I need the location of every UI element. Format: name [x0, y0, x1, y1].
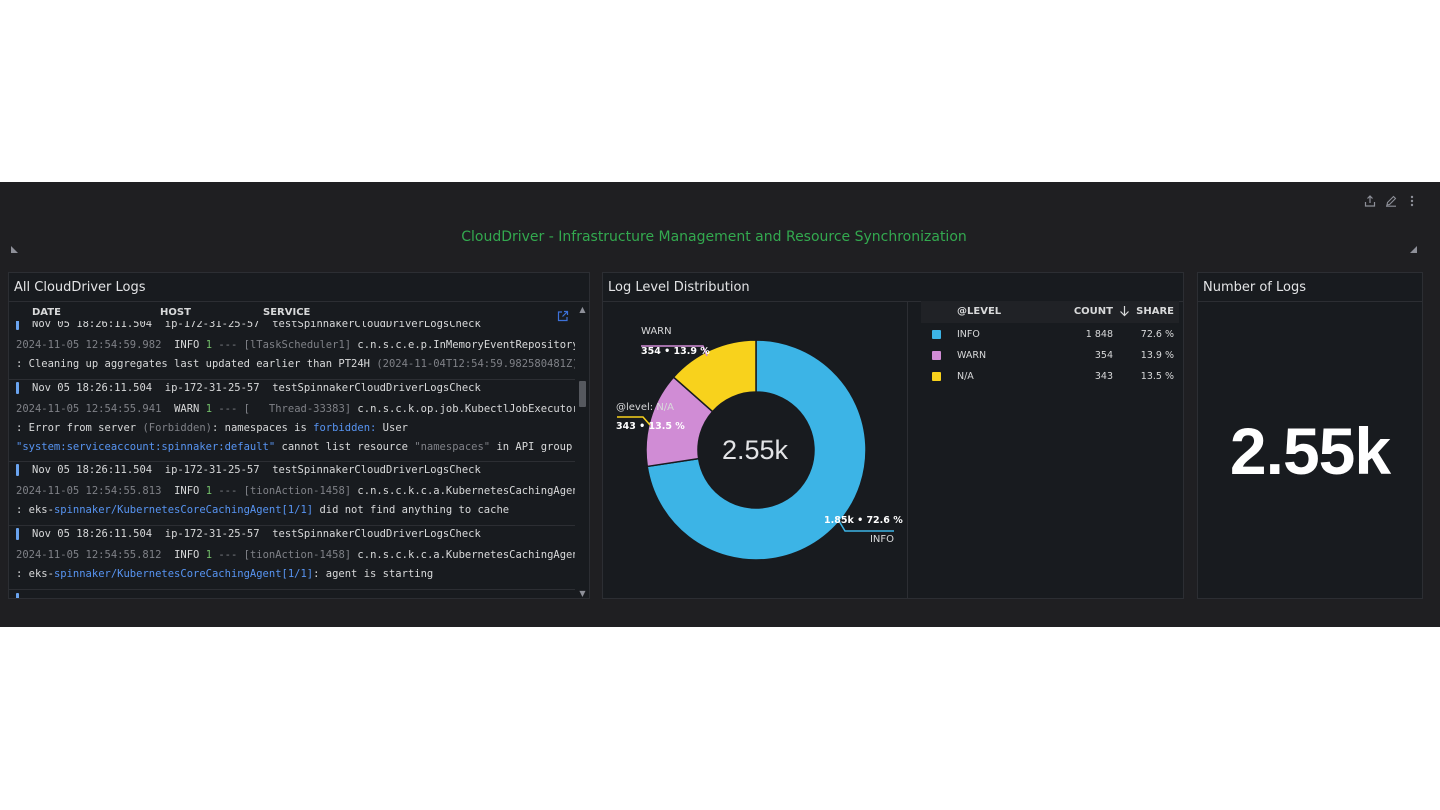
edit-icon[interactable] — [1384, 194, 1397, 208]
share-icon[interactable] — [1363, 194, 1376, 208]
log-count-value: 2.55k — [1229, 414, 1391, 488]
level-row-info[interactable]: INFO 1 848 72.6 % — [921, 325, 1179, 345]
log-entry-header[interactable]: Nov 05 18:26:11.504 ip-172-31-25-57 test… — [9, 462, 575, 481]
log-message-line: 2024-11-05 12:54:55.813 INFO 1 --- [tion… — [16, 485, 575, 497]
number-panel: Number of Logs 2.55k — [1197, 272, 1423, 599]
level-row-na[interactable]: N/A 343 13.5 % — [921, 367, 1179, 387]
level-table-header: @LEVEL COUNT SHARE — [921, 301, 1179, 323]
log-message-line: : Cleaning up aggregates last updated ea… — [16, 358, 575, 370]
log-message-line: "system:serviceaccount:spinnaker:default… — [16, 441, 573, 453]
group-title: CloudDriver - Infrastructure Management … — [461, 229, 967, 245]
panel-title: All CloudDriver Logs — [14, 280, 146, 295]
dashboard-toolbar — [1363, 194, 1418, 208]
log-message-line: : Error from server (Forbidden): namespa… — [16, 422, 408, 434]
scroll-up-icon[interactable]: ▲ — [578, 306, 587, 314]
level-row-warn[interactable]: WARN 354 13.9 % — [921, 346, 1179, 366]
column-count[interactable]: COUNT — [1074, 306, 1113, 317]
column-level[interactable]: @LEVEL — [957, 306, 1001, 317]
log-entry-header[interactable]: Nov 05 18:26:11.504 ip-172-31-25-57 test… — [9, 526, 575, 545]
log-message-line: : eks-spinnaker/KubernetesCoreCachingAge… — [16, 568, 434, 580]
collapse-left-icon[interactable] — [11, 246, 18, 253]
resize-handle-icon[interactable] — [1410, 246, 1417, 253]
log-column-headers: DATE HOST SERVICE — [9, 305, 589, 321]
sort-down-icon[interactable] — [1119, 305, 1130, 320]
callout-na-label: @level: N/A — [616, 402, 674, 413]
callout-info-value: 1.85k • 72.6 % — [824, 515, 903, 526]
log-list[interactable]: Nov 05 18:26:11.504 ip-172-31-25-57 test… — [9, 321, 575, 598]
log-scrollbar[interactable]: ▲ ▼ — [578, 306, 587, 598]
scroll-thumb[interactable] — [579, 381, 586, 407]
legend-swatch — [932, 351, 941, 360]
column-share[interactable]: SHARE — [1136, 306, 1174, 317]
donut-center-value: 2.55k — [722, 435, 789, 465]
column-host[interactable]: HOST — [160, 307, 191, 318]
log-entry-header[interactable]: Nov 05 18:26:11.504 ip-172-31-25-57 test… — [9, 321, 575, 335]
legend-swatch — [932, 330, 941, 339]
external-link-icon[interactable] — [557, 307, 569, 322]
log-entry-header[interactable] — [9, 591, 575, 598]
panel-title: Number of Logs — [1203, 280, 1307, 295]
legend-swatch — [932, 372, 941, 381]
callout-na-value: 343 • 13.5 % — [616, 421, 685, 432]
log-entry-header[interactable]: Nov 05 18:26:11.504 ip-172-31-25-57 test… — [9, 380, 575, 399]
column-date[interactable]: DATE — [32, 307, 61, 318]
panel-title: Log Level Distribution — [608, 280, 750, 295]
donut-chart[interactable]: 2.55k WARN 354 • 13.9 % @level: N/A 343 … — [603, 301, 907, 599]
callout-warn-label: WARN — [641, 326, 672, 337]
log-message-line: 2024-11-05 12:54:55.941 WARN 1 --- [ Thr… — [16, 403, 575, 415]
dashboard: CloudDriver - Infrastructure Management … — [0, 182, 1440, 627]
column-service[interactable]: SERVICE — [263, 307, 310, 318]
distribution-panel: Log Level Distribution 2.55k WARN 354 • … — [602, 272, 1184, 599]
log-message-line: 2024-11-05 12:54:59.982 INFO 1 --- [lTas… — [16, 339, 575, 351]
callout-warn-value: 354 • 13.9 % — [641, 346, 710, 357]
log-message-line: : eks-spinnaker/KubernetesCoreCachingAge… — [16, 504, 510, 516]
more-vertical-icon[interactable] — [1405, 194, 1418, 208]
scroll-down-icon[interactable]: ▼ — [578, 590, 587, 598]
callout-info-label: INFO — [870, 534, 894, 545]
log-message-line: 2024-11-05 12:54:55.812 INFO 1 --- [tion… — [16, 549, 575, 561]
logs-panel: All CloudDriver Logs DATE HOST SERVICE N… — [8, 272, 590, 599]
